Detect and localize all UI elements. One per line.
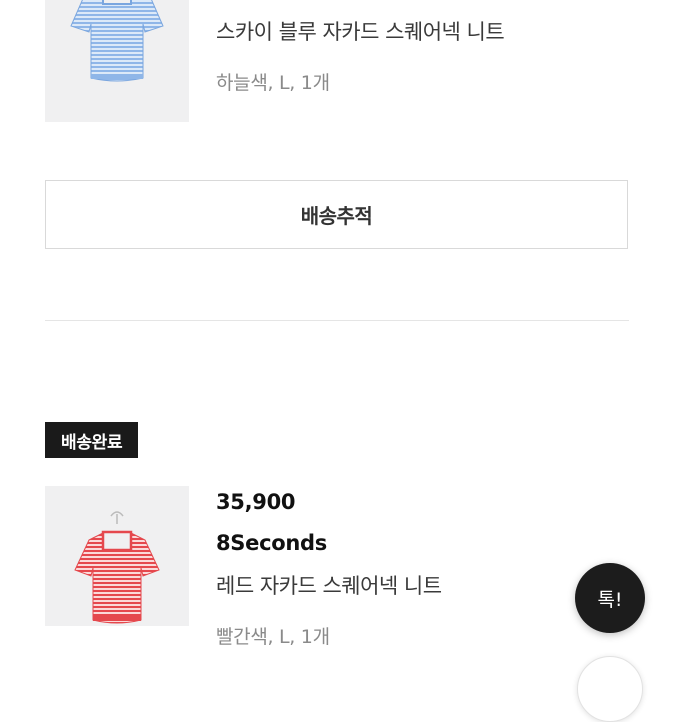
sky-blue-knit-illustration <box>70 0 164 82</box>
order-divider <box>45 320 629 321</box>
product-option: 빨간색, L, 1개 <box>216 626 330 648</box>
track-delivery-button[interactable]: 배송추적 <box>45 180 628 249</box>
red-knit-illustration <box>74 511 160 624</box>
product-option: 하늘색, L, 1개 <box>216 72 330 94</box>
product-price: 35,900 <box>216 490 296 514</box>
chat-talk-button[interactable]: 톡! <box>575 563 645 633</box>
product-image-sky-blue-knit[interactable] <box>45 0 189 122</box>
brand-name[interactable]: 8Seconds <box>216 531 327 555</box>
status-badge: 배송완료 <box>45 422 139 458</box>
scroll-top-button[interactable] <box>577 656 643 722</box>
talk-label: 톡! <box>597 588 623 611</box>
product-name[interactable]: 레드 자카드 스퀘어넥 니트 <box>216 570 442 600</box>
product-image-red-knit[interactable] <box>45 486 189 626</box>
product-name[interactable]: 스카이 블루 자카드 스퀘어넥 니트 <box>216 16 505 46</box>
